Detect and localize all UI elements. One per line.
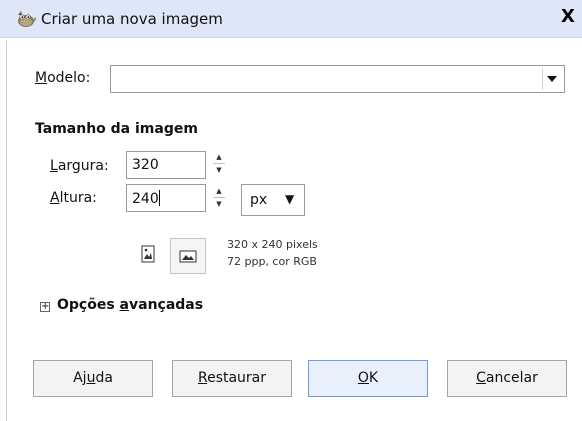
width-input[interactable]: 320 [126,151,206,179]
close-button[interactable]: X [556,5,580,29]
height-input[interactable]: 240 [126,184,206,212]
template-dropdown[interactable] [110,65,565,93]
width-decrement-button[interactable]: ▼ [213,164,225,176]
help-button[interactable]: Ajuda [33,360,153,397]
text-cursor [158,190,160,206]
unit-value: px [250,192,268,208]
dialog-body: Modelo: Tamanho da imagem Largura: 320 ▲… [6,40,582,421]
height-decrement-button[interactable]: ▼ [213,198,225,210]
cancel-button[interactable]: Cancelar [447,360,567,397]
gimp-wilber-icon [18,11,36,27]
width-increment-button[interactable]: ▲ [213,151,225,164]
landscape-button[interactable] [170,238,206,274]
dropdown-arrow-icon[interactable] [542,68,560,90]
close-icon: X [561,6,575,27]
window-title: Criar uma nova imagem [41,10,223,28]
landscape-orientation-icon [179,250,197,262]
ok-button[interactable]: OK [308,360,428,397]
image-dimensions-info: 320 x 240 pixels [227,238,318,251]
title-bar: Criar uma nova imagem X [0,0,582,38]
chevron-down-icon: ▼ [285,192,295,206]
portrait-orientation-icon [141,245,155,263]
portrait-button[interactable] [132,238,164,270]
height-value: 240 [132,191,159,207]
height-label: Altura: [50,190,97,206]
image-resolution-info: 72 ppp, cor RGB [227,255,317,268]
template-label: Modelo: [35,70,91,86]
image-size-heading: Tamanho da imagem [35,121,198,137]
reset-button[interactable]: Restaurar [172,360,292,397]
height-increment-button[interactable]: ▲ [213,185,225,198]
width-label: Largura: [50,158,109,174]
expand-plus-icon[interactable]: + [40,302,50,312]
unit-dropdown[interactable]: px ▼ [241,184,305,216]
advanced-options-expander[interactable]: Opções avançadas [57,297,203,313]
width-stepper[interactable]: ▲ ▼ [213,150,227,178]
height-stepper[interactable]: ▲ ▼ [213,184,227,212]
